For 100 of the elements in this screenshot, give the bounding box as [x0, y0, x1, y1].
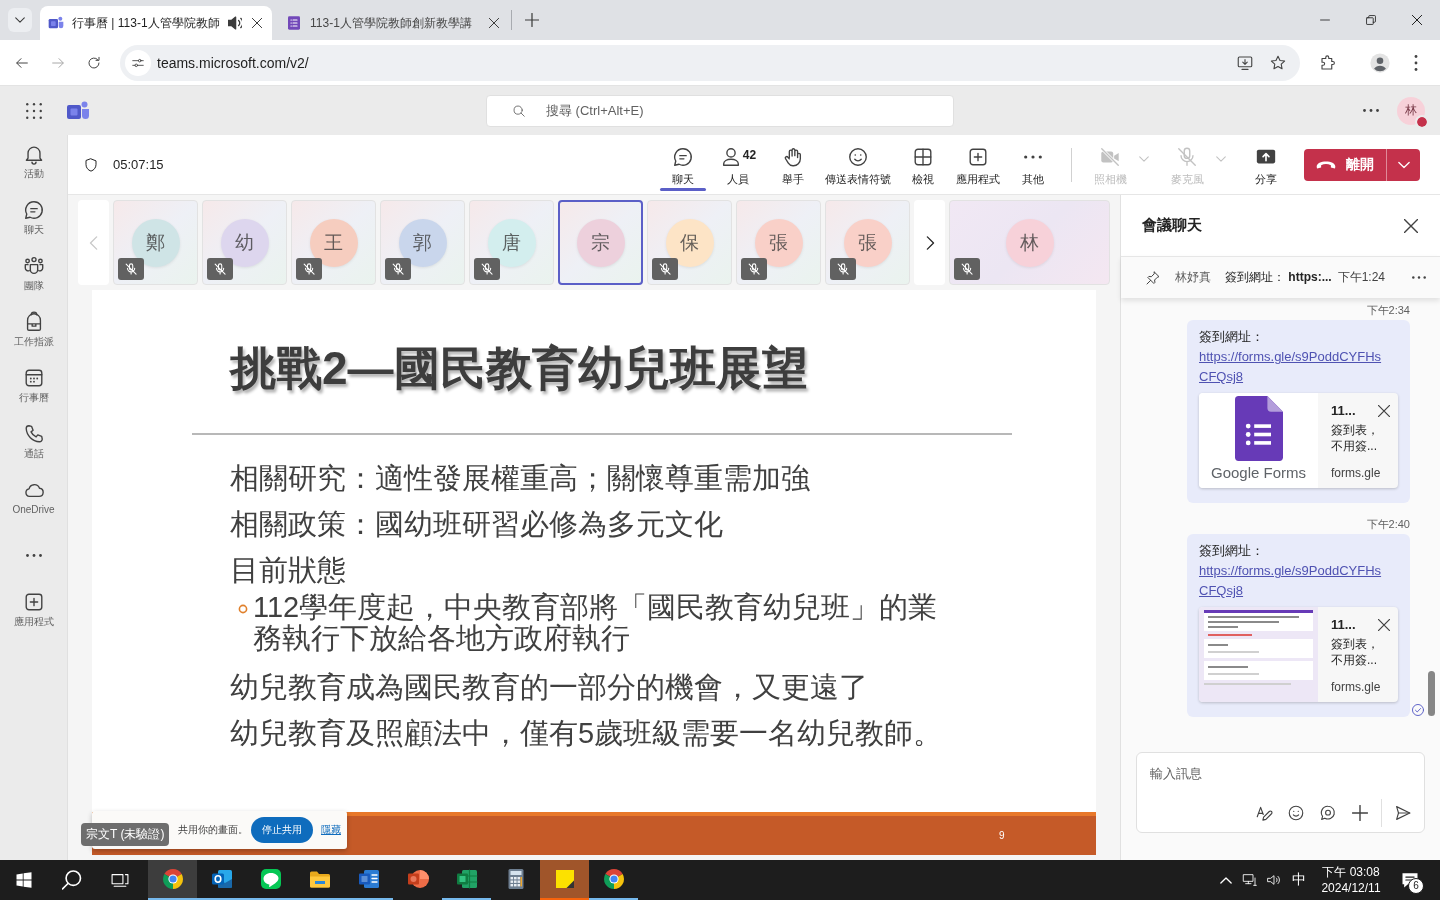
bookmark-button[interactable]: [1269, 53, 1287, 72]
leave-options-button[interactable]: [1386, 148, 1420, 181]
puzzle-icon: [1319, 53, 1337, 72]
avatar: 王: [309, 218, 358, 267]
rail-item[interactable]: OneDrive: [0, 471, 67, 527]
share-button[interactable]: 分享: [1243, 134, 1289, 195]
search-icon: [512, 103, 526, 118]
slide-page-number: 9: [999, 830, 1005, 841]
preview-description: 簽到表，不用簽...: [1331, 636, 1380, 668]
user-avatar[interactable]: 林: [1397, 96, 1425, 125]
pinned-time: 下午1:24: [1337, 269, 1386, 286]
text-format-icon: [1255, 804, 1273, 822]
preview-domain: forms.gle: [1331, 466, 1382, 480]
message-link[interactable]: https://forms.gle/s9PoddCYFHsCFQsj8: [1199, 347, 1385, 387]
close-chat-button[interactable]: [1404, 218, 1418, 233]
link-preview-card[interactable]: 11... 簽到表，不用簽... forms.gle: [1199, 607, 1398, 702]
close-icon: [1412, 15, 1422, 25]
toolbar-button[interactable]: 傳送表情符號: [825, 134, 891, 195]
participant-tile[interactable]: 王: [291, 200, 376, 285]
preview-image-caption: Google Forms: [1210, 464, 1306, 482]
toolbar-button[interactable]: 聊天: [660, 134, 706, 195]
participant-tile[interactable]: 幼: [202, 200, 287, 285]
smiley-icon: [1287, 804, 1305, 822]
slide-bullet-text: 幼兒教育成為國民教育的一部分的機會，又更遠了: [230, 670, 869, 705]
browser-tab[interactable]: 113-1人管學院教師創新教學講: [278, 6, 510, 40]
document-app-icon: [356, 867, 381, 891]
participant-tile[interactable]: 唐: [469, 200, 554, 285]
rail-item[interactable]: 聊天: [0, 191, 67, 247]
scrollbar-thumb[interactable]: [1428, 671, 1435, 716]
toolbar-button[interactable]: 應用程式: [955, 134, 1001, 195]
avatar: 郭: [398, 218, 447, 267]
message-link[interactable]: https://forms.gle/s9PoddCYFHsCFQsj8: [1199, 561, 1385, 601]
toolbar-button[interactable]: 舉手: [770, 134, 816, 195]
leave-button[interactable]: 離開: [1304, 148, 1386, 181]
people-group-icon: [22, 255, 45, 277]
toolbar-button[interactable]: 其他: [1010, 134, 1056, 195]
stop-sharing-button[interactable]: 停止共用: [251, 817, 313, 843]
form-icon: [286, 15, 302, 31]
chat-panel-title: 會議聊天: [1142, 216, 1202, 235]
self-video-tile[interactable]: 林: [949, 200, 1110, 285]
speaker-icon[interactable]: [227, 16, 242, 30]
rail-item[interactable]: 通話: [0, 415, 67, 471]
pinned-message-bar[interactable]: 林妤真 簽到網址： https:... 下午1:24: [1121, 256, 1440, 298]
avatar: 張: [754, 218, 803, 267]
close-tab-button[interactable]: [486, 15, 502, 31]
message-time: 下午2:34: [1365, 303, 1411, 317]
toolbar-button[interactable]: 42 人員: [715, 134, 761, 195]
clock[interactable]: 下午 03:08 2024/12/11: [1312, 860, 1390, 900]
address-bar[interactable]: teams.microsoft.com/v2/: [120, 44, 1300, 81]
rail-item[interactable]: 活動: [0, 135, 67, 191]
participant-tile[interactable]: 保: [647, 200, 732, 285]
pinned-message-text: 簽到網址： https:...: [1225, 269, 1332, 286]
link-preview-card[interactable]: Google Forms 11... 簽到表，不用簽... forms.gle: [1199, 393, 1398, 488]
slide-bullet-text: 幼兒教育及照顧法中，僅有5歲班級需要一名幼兒教師。: [230, 716, 944, 751]
participant-tile[interactable]: 張: [825, 200, 910, 285]
close-icon: [1404, 218, 1418, 233]
more-icon: [1363, 109, 1379, 112]
monitor-download-icon: [1236, 53, 1254, 72]
participant-tile[interactable]: 宗: [558, 200, 643, 285]
hide-link[interactable]: 隱藏: [321, 823, 341, 837]
hang-up-icon: [1316, 160, 1336, 169]
rail-item[interactable]: 團隊: [0, 247, 67, 303]
notification-center-button[interactable]: 6: [1390, 860, 1430, 900]
rail-item[interactable]: 工作指派: [0, 303, 67, 359]
participant-tile[interactable]: 張: [736, 200, 821, 285]
camera-off-icon: [1099, 145, 1121, 168]
remove-preview-button[interactable]: [1378, 405, 1390, 417]
app-logo-icon: [48, 15, 64, 31]
shield-icon: [83, 156, 99, 173]
avatar: 宗: [576, 218, 625, 267]
remove-preview-button[interactable]: [1378, 619, 1390, 631]
close-tab-button[interactable]: [249, 15, 264, 31]
send-icon: [1394, 804, 1412, 822]
rail-item[interactable]: 行事曆: [0, 359, 67, 415]
spreadsheet-app-icon: [454, 867, 479, 891]
rail-item[interactable]: 應用程式: [0, 583, 67, 639]
toolbar-button[interactable]: 檢視: [900, 134, 946, 195]
search-field[interactable]: 搜尋 (Ctrl+Alt+E): [486, 94, 954, 127]
caret-icon: [1139, 153, 1149, 164]
message-field[interactable]: 輸入訊息: [1136, 752, 1425, 833]
preview-title: 11...: [1331, 616, 1356, 634]
chevron-down-icon: [15, 15, 25, 25]
browser-tab[interactable]: 行事曆 | 113-1人管學院教師: [40, 6, 272, 40]
slide-bullet-text: 目前狀態: [230, 553, 347, 588]
pinned-more-button[interactable]: [1412, 276, 1426, 279]
slide-sub-bullet-text: 112學年度起，中央教育部將「國民教育幼兒班」的業務執行下放給各地方政府執行: [253, 592, 939, 654]
install-app-button[interactable]: [1236, 53, 1254, 72]
participant-tile[interactable]: 郭: [380, 200, 465, 285]
chat-bubble-icon: [672, 145, 694, 168]
pin-icon: [1145, 269, 1161, 286]
more-icon: [1412, 276, 1426, 279]
mail-app-icon: [209, 867, 234, 891]
slide-bullet-text: 相關政策：國幼班研習必修為多元文化: [230, 507, 724, 542]
participant-tile[interactable]: 鄭: [113, 200, 198, 285]
close-icon: [489, 18, 499, 28]
preview-description: 簽到表，不用簽...: [1331, 422, 1380, 454]
input-method-indicator[interactable]: 中: [1286, 860, 1312, 900]
taskbar-app-button[interactable]: [148, 860, 197, 900]
caret-up-icon: [1220, 876, 1232, 884]
app-grid-icon: [26, 102, 42, 119]
